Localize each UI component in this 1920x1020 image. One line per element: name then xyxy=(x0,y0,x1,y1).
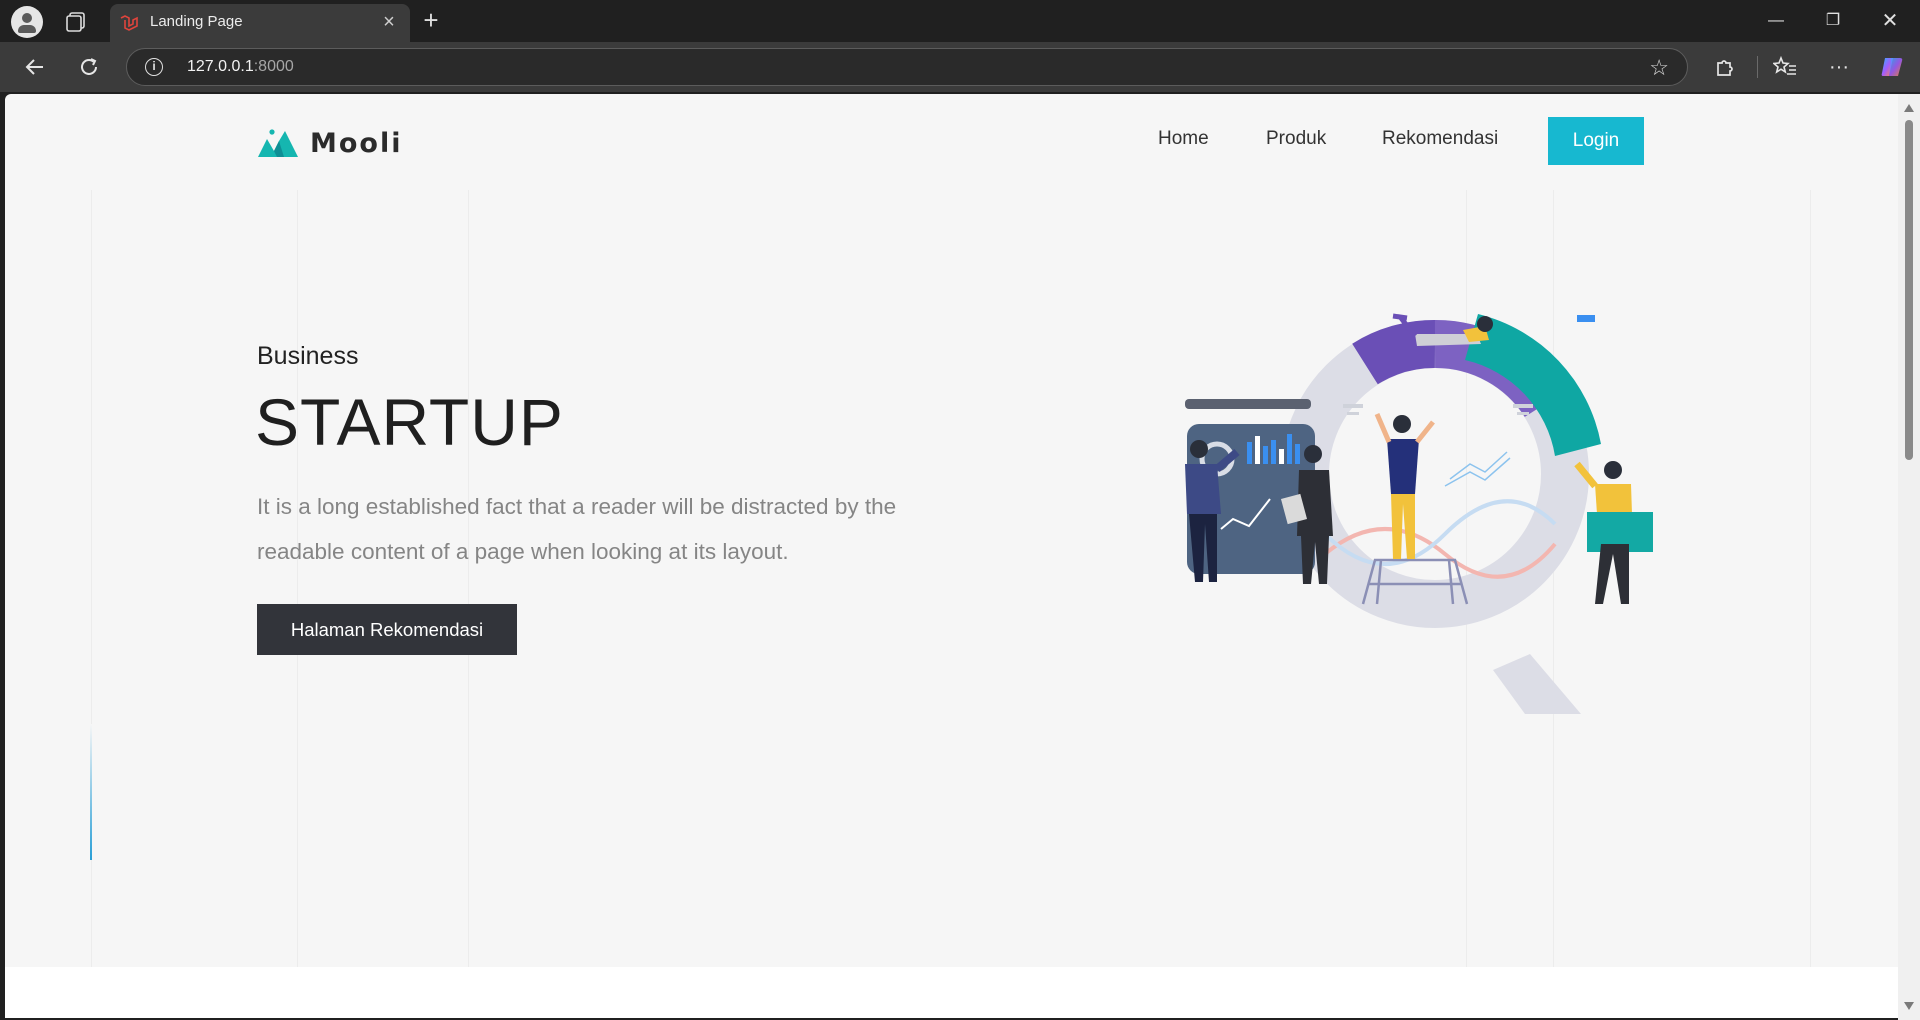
login-button[interactable]: Login xyxy=(1548,117,1644,165)
scroll-thumb[interactable] xyxy=(1905,120,1913,460)
url-text: 127.0.0.1:8000 xyxy=(187,58,294,75)
page-next-section xyxy=(5,967,1898,1018)
logo-mountain-icon xyxy=(258,129,298,157)
copilot-icon[interactable] xyxy=(1876,51,1908,83)
nav-produk[interactable]: Produk xyxy=(1266,128,1326,150)
decor-accent-line xyxy=(90,724,92,860)
laravel-favicon-icon xyxy=(120,15,138,31)
tab-landing-page[interactable]: Landing Page × xyxy=(110,4,410,42)
site-logo[interactable]: Mooli xyxy=(258,127,403,159)
site-info-icon[interactable]: i xyxy=(145,58,163,76)
page-viewport: Mooli Home Produk Rekomendasi Login Busi… xyxy=(5,94,1898,1018)
minimize-icon[interactable]: — xyxy=(1748,0,1804,42)
decor-line xyxy=(1810,190,1811,1018)
address-bar[interactable]: i 127.0.0.1:8000 ☆ xyxy=(126,48,1688,86)
browser-tab-bar: Landing Page × + — ❐ ✕ xyxy=(0,0,1920,42)
more-options-icon[interactable]: ··· xyxy=(1823,51,1855,83)
close-window-icon[interactable]: ✕ xyxy=(1862,0,1918,42)
hero-description: It is a long established fact that a rea… xyxy=(257,494,897,564)
close-tab-icon[interactable]: × xyxy=(376,9,402,35)
scroll-down-arrow-icon[interactable] xyxy=(1904,1002,1914,1010)
logo-text: Mooli xyxy=(310,127,403,159)
page-scrollbar[interactable] xyxy=(1898,94,1920,1020)
workspaces-icon[interactable] xyxy=(64,10,90,34)
recommendation-page-button[interactable]: Halaman Rekomendasi xyxy=(257,604,517,655)
nav-rekomendasi[interactable]: Rekomendasi xyxy=(1382,128,1498,150)
scroll-up-arrow-icon[interactable] xyxy=(1904,104,1914,112)
business-team-chart-illustration xyxy=(1062,274,1665,734)
nav-home[interactable]: Home xyxy=(1158,128,1209,150)
decor-line xyxy=(91,190,92,1018)
hero-title: STARTUP xyxy=(255,385,564,459)
favorites-icon[interactable] xyxy=(1769,51,1801,83)
back-icon[interactable] xyxy=(19,51,51,83)
new-tab-icon[interactable]: + xyxy=(416,6,446,36)
reload-icon[interactable] xyxy=(73,51,105,83)
tab-title: Landing Page xyxy=(150,13,243,30)
restore-icon[interactable]: ❐ xyxy=(1805,0,1861,42)
browser-toolbar: i 127.0.0.1:8000 ☆ ··· xyxy=(0,42,1920,92)
extensions-icon[interactable] xyxy=(1708,51,1740,83)
hero-kicker: Business xyxy=(257,342,359,370)
profile-avatar-icon[interactable] xyxy=(11,6,43,38)
toolbar-divider xyxy=(1757,56,1758,78)
favorite-star-icon[interactable]: ☆ xyxy=(1649,55,1669,81)
